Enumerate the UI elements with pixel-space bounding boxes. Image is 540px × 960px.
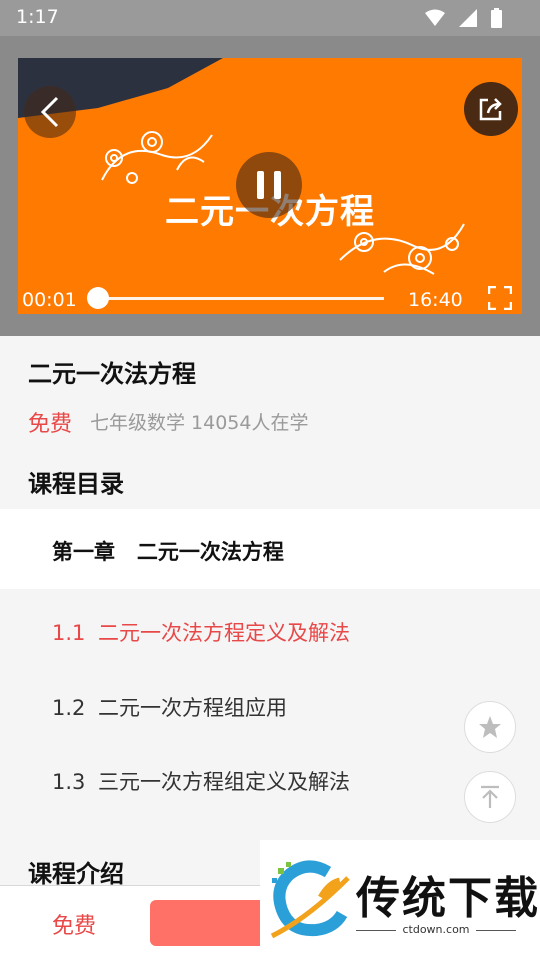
lesson-title: 二元一次方程组应用 xyxy=(98,696,287,720)
wifi-icon xyxy=(425,9,445,26)
chapter-row[interactable]: 第一章 二元一次法方程 xyxy=(0,509,540,589)
status-bar: 1:17 xyxy=(0,0,540,36)
course-price: 免费 xyxy=(28,412,73,437)
total-time: 16:40 xyxy=(408,289,463,311)
status-icons xyxy=(425,8,502,28)
course-title: 二元一次法方程 xyxy=(28,360,196,388)
watermark-brand: 传统下载 xyxy=(356,873,540,924)
pause-icon xyxy=(257,171,264,199)
progress-thumb[interactable] xyxy=(87,287,109,309)
lesson-title: 三元一次方程组定义及解法 xyxy=(98,770,350,794)
share-icon xyxy=(479,98,502,121)
signal-icon xyxy=(459,9,477,27)
scroll-top-button[interactable] xyxy=(464,771,516,823)
arrow-up-icon xyxy=(481,785,499,808)
current-time: 00:01 xyxy=(22,289,77,311)
brand-logo-icon xyxy=(270,860,350,939)
lesson-list: 1.1 二元一次法方程定义及解法 1.2 二元一次方程组应用 1.3 三元一次方程组定… xyxy=(0,589,540,839)
lesson-number: 1.2 xyxy=(52,696,86,720)
chevron-left-icon xyxy=(40,96,59,128)
pause-button[interactable] xyxy=(236,152,302,218)
star-icon xyxy=(479,716,501,738)
course-meta: 七年级数学 14054人在学 xyxy=(90,412,309,434)
lesson-title: 二元一次法方程定义及解法 xyxy=(98,621,350,645)
intro-heading: 课程介绍 xyxy=(28,860,124,888)
lesson-item[interactable]: 1.3 三元一次方程组定义及解法 xyxy=(52,766,350,796)
watermark: 传统下载 ctdown.com xyxy=(260,840,540,960)
decorative-swirl-left xyxy=(101,131,213,184)
chapter-title: 第一章 二元一次法方程 xyxy=(52,540,284,564)
favorite-button[interactable] xyxy=(464,701,516,753)
catalog-heading: 课程目录 xyxy=(28,470,124,498)
fullscreen-icon[interactable] xyxy=(488,286,512,310)
back-button[interactable] xyxy=(24,86,76,138)
lesson-number: 1.3 xyxy=(52,770,86,794)
progress-bar[interactable] xyxy=(96,297,384,300)
bottom-price: 免费 xyxy=(52,914,97,939)
status-time: 1:17 xyxy=(16,6,59,28)
battery-icon xyxy=(491,8,502,28)
course-info: 二元一次法方程 免费 七年级数学 14054人在学 课程目录 xyxy=(0,336,540,509)
share-button[interactable] xyxy=(464,82,518,136)
lesson-item[interactable]: 1.1 二元一次法方程定义及解法 xyxy=(52,617,350,647)
lesson-item[interactable]: 1.2 二元一次方程组应用 xyxy=(52,692,287,722)
lesson-number: 1.1 xyxy=(52,621,86,645)
video-player[interactable]: 二元一次方程 00:01 16:40 xyxy=(0,36,540,336)
